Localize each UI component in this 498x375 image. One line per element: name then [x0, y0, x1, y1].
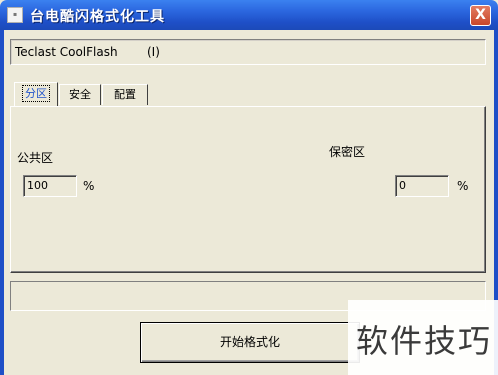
tab-config[interactable]: 配置 [102, 84, 148, 105]
device-select[interactable]: Teclast CoolFlash (I) [10, 39, 486, 65]
close-button[interactable]: X [470, 5, 491, 26]
secure-area-input[interactable]: 0 [395, 175, 449, 197]
device-name: Teclast CoolFlash [15, 45, 118, 59]
tab-security-label: 安全 [69, 88, 91, 101]
secure-area-label: 保密区 [329, 145, 366, 159]
window-frame-left [0, 30, 4, 375]
tab-security[interactable]: 安全 [59, 84, 101, 105]
secure-area-unit: % [457, 179, 469, 193]
app-icon: ▪ [7, 7, 23, 23]
watermark: 软件技巧 [348, 300, 498, 375]
partition-panel: 公共区 100 % 保密区 0 % [10, 106, 486, 273]
window-title: 台电酷闪格式化工具 [30, 9, 165, 25]
watermark-text: 软件技巧 [356, 322, 493, 360]
start-format-button[interactable]: 开始格式化 [140, 322, 360, 363]
tab-config-label: 配置 [114, 88, 136, 101]
tab-partition-label: 分区 [22, 85, 50, 102]
public-area-input[interactable]: 100 [23, 175, 77, 197]
public-area-label: 公共区 [17, 151, 54, 165]
title-bar[interactable]: ▪ 台电酷闪格式化工具 X [0, 0, 498, 30]
device-drive: (I) [147, 45, 160, 59]
public-area-unit: % [83, 179, 95, 193]
tab-partition[interactable]: 分区 [14, 82, 58, 106]
